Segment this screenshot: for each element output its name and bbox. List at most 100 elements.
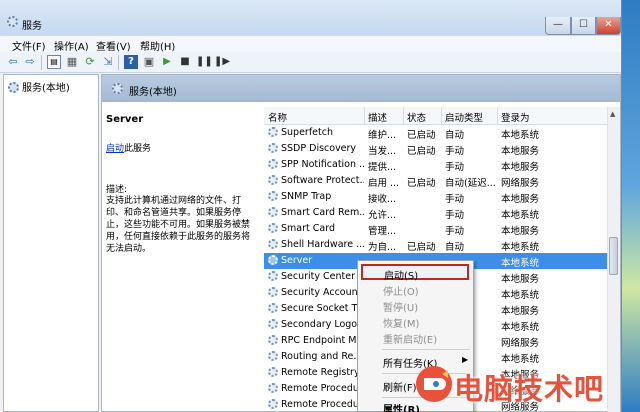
- service-name-cell: Shell Hardware ...: [268, 239, 364, 250]
- service-description-cell: 当发...: [368, 146, 397, 157]
- service-startup-type-cell: 自动: [445, 130, 465, 141]
- play-icon[interactable]: ▶: [160, 55, 174, 69]
- maximize-button[interactable]: ☐: [571, 17, 596, 35]
- service-gear-icon: [268, 207, 278, 217]
- scroll-up-arrow-icon[interactable]: ▲: [610, 110, 615, 118]
- service-gear-icon: [268, 319, 278, 329]
- minimize-button[interactable]: —: [545, 17, 571, 35]
- column-header-description[interactable]: 描述: [368, 110, 387, 124]
- forward-arrow-icon[interactable]: ⇨: [23, 55, 37, 69]
- service-logon-cell: 本地服务: [501, 306, 540, 317]
- column-divider[interactable]: [364, 107, 365, 124]
- column-header-name[interactable]: 名称: [268, 110, 287, 124]
- service-name-text: Shell Hardware ...: [281, 239, 364, 250]
- service-status-cell: 已启动: [407, 130, 436, 141]
- watermark-logo-icon: [416, 366, 452, 402]
- show-tree-icon[interactable]: ▤: [47, 55, 61, 69]
- export-icon[interactable]: ⇲: [101, 55, 115, 69]
- service-gear-icon: [268, 175, 278, 185]
- properties-icon[interactable]: ▦: [65, 55, 79, 69]
- column-header-status[interactable]: 状态: [407, 110, 426, 124]
- service-status-cell: 已启动: [407, 178, 436, 189]
- service-startup-type-cell: 手动: [445, 210, 465, 221]
- back-arrow-icon[interactable]: ⇦: [6, 55, 20, 69]
- stop-icon[interactable]: ■: [178, 55, 192, 69]
- selected-service-name: Server: [106, 114, 144, 125]
- service-gear-icon: [268, 159, 278, 169]
- column-divider[interactable]: [403, 107, 404, 124]
- menu-item-start[interactable]: 启动(S): [361, 264, 469, 282]
- description-text: 支持此计算机通过网络的文件、打印、和命名管道共享。如果服务停止，这些功能不可用。…: [106, 196, 251, 254]
- menu-file[interactable]: 文件(F): [12, 38, 46, 53]
- service-name-cell: Remote Registry: [268, 367, 364, 378]
- refresh-icon[interactable]: ⟳: [83, 55, 97, 69]
- menu-item-label: 停止(O): [383, 287, 419, 298]
- service-description-cell: 管理...: [368, 226, 397, 237]
- restart-icon[interactable]: ❚▶: [214, 55, 230, 69]
- content-header: 服务(本地): [102, 75, 620, 102]
- service-name-cell: Secondary Logon: [268, 319, 364, 330]
- service-name-text: Remote Procedu...: [281, 383, 364, 394]
- desktop-background: [619, 0, 640, 412]
- column-divider[interactable]: [441, 107, 442, 124]
- services-window: 服务 — ☐ ✕ 文件(F) 操作(A) 查看(V) 帮助(H) ⇦ ⇨ ▤ ▦…: [0, 0, 622, 412]
- close-button[interactable]: ✕: [596, 17, 621, 35]
- pause-icon[interactable]: ❚❚: [196, 55, 213, 69]
- service-gear-icon: [268, 143, 278, 153]
- service-gear-icon: [268, 191, 278, 201]
- start-service-link[interactable]: 启动: [106, 144, 124, 154]
- service-startup-type-cell: 手动: [445, 226, 465, 237]
- service-logon-cell: 本地服务: [501, 146, 540, 157]
- console-icon[interactable]: ▣: [142, 55, 156, 69]
- table-row[interactable]: SPP Notification ... 提供... 手动 本地服务: [264, 157, 611, 173]
- menu-view[interactable]: 查看(V): [96, 38, 131, 53]
- table-row[interactable]: Superfetch 维护... 已启动 自动 本地系统: [264, 125, 611, 141]
- service-logon-cell: 网络服务: [501, 338, 540, 349]
- service-gear-icon: [268, 351, 278, 361]
- column-header-startup-type[interactable]: 启动类型: [445, 110, 483, 124]
- service-description-cell: 提供...: [368, 162, 397, 173]
- service-name-cell: Secure Socket T...: [268, 303, 364, 314]
- service-name-text: Server: [281, 255, 313, 266]
- table-row[interactable]: Smart Card 管理... 手动 本地服务: [264, 221, 611, 237]
- window-title: 服务: [22, 21, 42, 32]
- services-gear-icon: [112, 83, 123, 94]
- service-logon-cell: 本地系统: [501, 210, 540, 221]
- column-divider[interactable]: [497, 107, 498, 124]
- content-header-title: 服务(本地): [129, 87, 177, 98]
- toolbar: ⇦ ⇨ ▤ ▦ ⟳ ⇲ ? ▣ ▶ ■ ❚❚ ❚▶: [0, 52, 621, 73]
- tree-item-services-local[interactable]: 服务(本地): [8, 79, 70, 94]
- table-header: 名称 描述 状态 启动类型 登录为: [264, 107, 611, 125]
- menu-item-label: 启动(S): [384, 271, 419, 282]
- service-name-text: Secondary Logon: [281, 319, 364, 330]
- table-row[interactable]: Smart Card Rem... 允许... 手动 本地系统: [264, 205, 611, 221]
- service-gear-icon: [268, 127, 278, 137]
- service-name-cell: Smart Card Rem...: [268, 207, 364, 218]
- start-service-line: 启动此服务: [106, 141, 151, 154]
- scrollbar-thumb[interactable]: [609, 237, 618, 275]
- menu-help[interactable]: 帮助(H): [140, 38, 175, 53]
- service-logon-cell: 本地系统: [501, 130, 540, 141]
- service-name-cell: Smart Card: [268, 223, 364, 234]
- service-name-text: SNMP Trap: [281, 191, 332, 202]
- tree-pane: 服务(本地): [3, 74, 99, 412]
- service-logon-cell: 本地系统: [501, 290, 540, 301]
- menu-action[interactable]: 操作(A): [54, 38, 89, 53]
- services-gear-icon: [8, 82, 19, 93]
- help-icon[interactable]: ?: [124, 55, 138, 69]
- service-name-cell: Remote Procedu...: [268, 399, 364, 410]
- service-startup-type-cell: 自动: [445, 242, 465, 253]
- service-startup-type-cell: 手动: [445, 146, 465, 157]
- column-header-logon-as[interactable]: 登录为: [501, 110, 530, 124]
- table-row[interactable]: Shell Hardware ... 为自... 已启动 自动 本地系统: [264, 237, 611, 253]
- menu-item-resume: 恢复(M): [358, 313, 473, 330]
- table-row[interactable]: SSDP Discovery 当发... 已启动 手动 本地服务: [264, 141, 611, 157]
- service-gear-icon: [268, 271, 278, 281]
- service-logon-cell: 本地服务: [501, 274, 540, 285]
- service-detail-pane: Server 启动此服务 描述: 支持此计算机通过网络的文件、打印、和命名管道共…: [102, 102, 260, 412]
- service-name-cell: Security Account...: [268, 287, 364, 298]
- service-name-text: Smart Card Rem...: [281, 207, 364, 218]
- table-row[interactable]: Software Protect... 启用 ... 已启动 自动(延迟... 网络服务: [264, 173, 611, 189]
- table-row[interactable]: SNMP Trap 接收... 手动 本地服务: [264, 189, 611, 205]
- service-name-cell: SSDP Discovery: [268, 143, 364, 154]
